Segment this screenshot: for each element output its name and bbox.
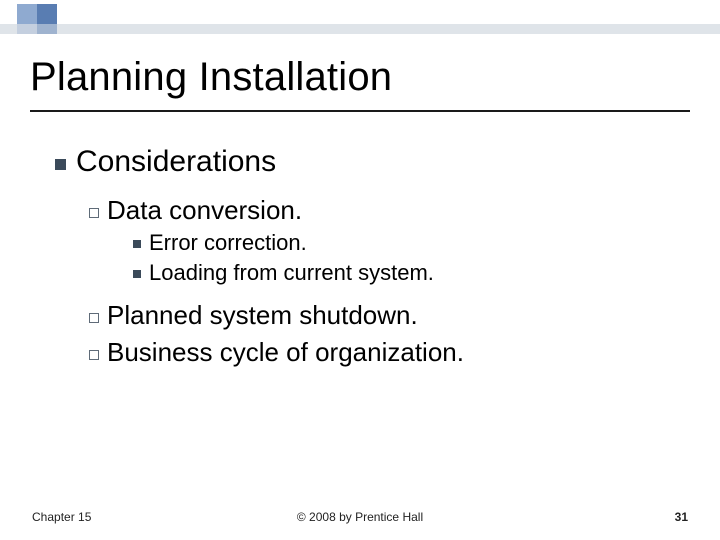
hollow-square-bullet-icon [89,208,99,218]
slide: Planning Installation Considerations Dat… [0,0,720,540]
bullet-level-3: Loading from current system. [133,260,675,286]
title-underline [30,110,690,112]
bullet-level-2: Data conversion. [89,195,675,226]
bullet-text: Loading from current system. [149,260,434,285]
square-bullet-icon [133,270,141,278]
deco-square [17,24,37,34]
bullet-level-2: Business cycle of organization. [89,337,675,368]
slide-body: Considerations Data conversion. Error co… [55,145,675,370]
bullet-text: Error correction. [149,230,307,255]
square-bullet-icon [55,159,66,170]
deco-square [17,4,37,24]
slide-title: Planning Installation [30,55,392,100]
bullet-text: Data conversion. [107,195,302,225]
deco-square [37,4,57,24]
footer-page-number: 31 [675,510,688,524]
footer-copyright: © 2008 by Prentice Hall [0,510,720,524]
deco-square [57,24,77,34]
bullet-text: Business cycle of organization. [107,337,464,367]
bullet-level-3: Error correction. [133,230,675,256]
top-decoration [0,0,720,34]
deco-square [37,24,57,34]
hollow-square-bullet-icon [89,350,99,360]
bullet-text: Considerations [76,145,276,178]
hollow-square-bullet-icon [89,313,99,323]
deco-band [0,24,720,34]
bullet-text: Planned system shutdown. [107,300,418,330]
square-bullet-icon [133,240,141,248]
bullet-level-2: Planned system shutdown. [89,300,675,331]
bullet-level-1: Considerations [55,145,675,179]
